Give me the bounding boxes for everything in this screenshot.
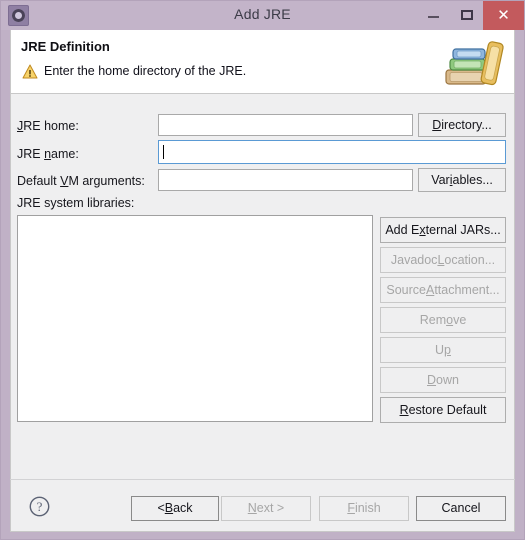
svg-text:?: ? [37, 499, 43, 514]
text-caret [163, 145, 164, 159]
down-button[interactable]: Down [380, 367, 506, 393]
footer-separator [10, 479, 515, 480]
warning-triangle-icon [22, 64, 38, 79]
system-libraries-listbox[interactable] [17, 215, 373, 422]
close-icon: ✕ [497, 6, 510, 24]
maximize-icon [461, 10, 473, 20]
close-button[interactable]: ✕ [483, 1, 524, 30]
vm-arguments-input[interactable] [158, 169, 413, 191]
title-bar: Add JRE ✕ [1, 1, 524, 30]
jre-home-input[interactable] [158, 114, 413, 136]
up-button[interactable]: Up [380, 337, 506, 363]
system-libraries-label: JRE system libraries: [17, 196, 135, 210]
add-jre-dialog-window: Add JRE ✕ JRE Definition Enter the home … [0, 0, 525, 540]
minimize-button[interactable] [417, 1, 450, 30]
finish-button[interactable]: Finish [319, 496, 409, 521]
next-button[interactable]: Next > [221, 496, 311, 521]
page-title: JRE Definition [21, 39, 110, 54]
source-attachment-button[interactable]: Source Attachment... [380, 277, 506, 303]
jre-name-input[interactable] [158, 140, 506, 164]
cancel-button[interactable]: Cancel [416, 496, 506, 521]
remove-button[interactable]: Rem o ve [380, 307, 506, 333]
page-description: Enter the home directory of the JRE. [44, 64, 247, 78]
add-external-jars-button[interactable]: Add Ex ternal JARs... [380, 217, 506, 243]
jre-name-label: JRE name: [17, 147, 79, 161]
books-stack-icon [445, 41, 504, 86]
minimize-icon [428, 16, 439, 18]
back-button[interactable]: < Back [131, 496, 219, 521]
help-question-icon[interactable]: ? [29, 496, 50, 517]
jre-home-label: JRE home: [17, 119, 79, 133]
vm-arguments-label: Default VM arguments: [17, 174, 145, 188]
javadoc-location-button[interactable]: Javadoc Location... [380, 247, 506, 273]
maximize-button[interactable] [450, 1, 483, 30]
dialog-header: JRE Definition Enter the home directory … [10, 30, 515, 94]
restore-default-button[interactable]: Restore Default [380, 397, 506, 423]
variables-button[interactable]: Var i ables... [418, 168, 506, 192]
directory-button[interactable]: Directory... [418, 113, 506, 137]
